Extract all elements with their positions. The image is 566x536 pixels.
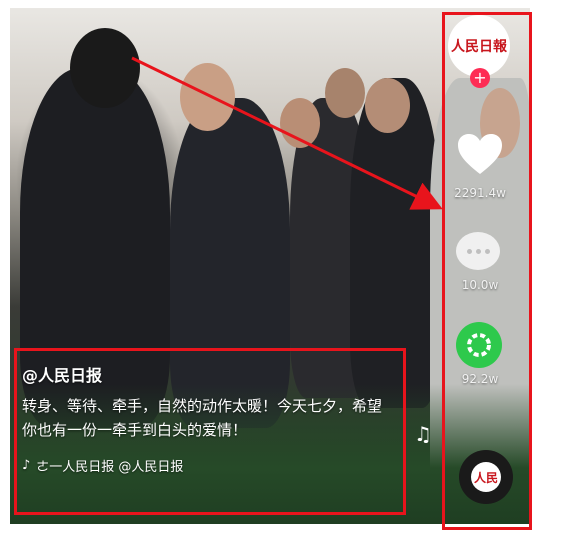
actions-highlight-box xyxy=(442,12,532,530)
person-head xyxy=(325,68,365,118)
caption-highlight-box xyxy=(14,348,406,515)
music-note-icon: ♫ xyxy=(414,422,432,446)
person-head xyxy=(180,63,235,131)
person-head xyxy=(280,98,320,148)
person-head xyxy=(365,78,410,133)
person-head xyxy=(70,28,140,108)
